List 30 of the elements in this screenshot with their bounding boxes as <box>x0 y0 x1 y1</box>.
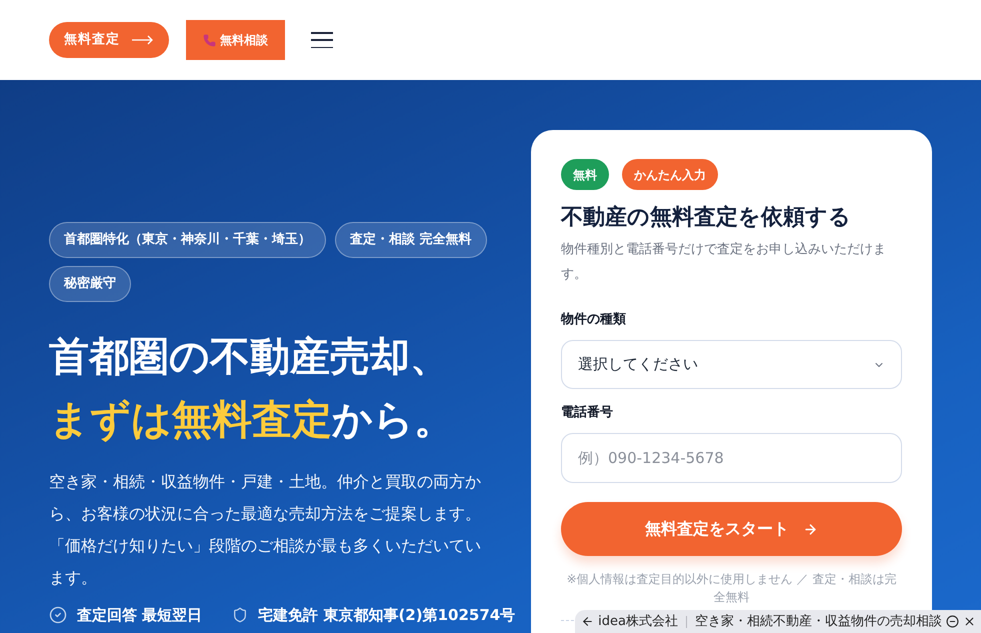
field-label: 物件の種類 <box>561 311 627 329</box>
free-appraisal-button[interactable]: 無料査定 <box>49 22 169 58</box>
hero-description: 空き家・相続・収益物件・戸建・土地。仲介と買取の両方から、お客様の状況に合った最適な売却方法をご提案します。「価格だけ知りたい」段階のご相談が最も多くいただいています。 <box>49 471 482 589</box>
shield-icon <box>232 607 248 624</box>
long-arrow-icon <box>132 35 154 45</box>
hero-heading: 首都圏の不動産売却、 まずは無料査定から。 <box>49 333 454 445</box>
free-consultation-button[interactable]: 無料相談 <box>186 20 285 60</box>
feature-label: 宅建免許 東京都知事(2)第102574号 <box>258 605 516 626</box>
phone-input-field[interactable]: 例）090-1234-5678 <box>561 433 902 483</box>
badge: かんたん入力 <box>622 159 718 190</box>
back-arrow-icon[interactable] <box>581 615 594 628</box>
menu-icon[interactable] <box>311 32 333 48</box>
site-name: idea株式会社 <box>598 612 678 631</box>
privacy-note: ※個人情報は査定目的以外に使用しません ／ 査定・相談は完全無料 <box>566 571 898 606</box>
form-description: 物件種別と電話番号だけで査定をお申し込みいただけます。 <box>561 241 887 284</box>
check-circle-icon <box>49 606 67 624</box>
property-type-select[interactable]: 選択してください <box>561 340 902 389</box>
phone-icon <box>203 34 216 46</box>
close-icon[interactable] <box>963 615 976 628</box>
feature-tag: 査定・相談 完全無料 <box>335 222 487 258</box>
badge: 無料 <box>561 159 609 190</box>
start-appraisal-button[interactable]: 無料査定をスタート <box>561 502 902 556</box>
form-title: 不動産の無料査定を依頼する <box>561 204 852 232</box>
minimize-icon[interactable] <box>946 615 959 628</box>
field-label: 電話番号 <box>561 404 614 422</box>
feature-label: 査定回答 最短翌日 <box>77 605 202 626</box>
feature-tag: 首都圏特化（東京・神奈川・千葉・埼玉） <box>49 222 326 258</box>
feature-tag: 秘密厳守 <box>49 266 131 302</box>
arrow-right-icon <box>803 522 818 536</box>
page-title: 空き家・相続不動産・収益物件の売却相談 <box>695 612 942 631</box>
